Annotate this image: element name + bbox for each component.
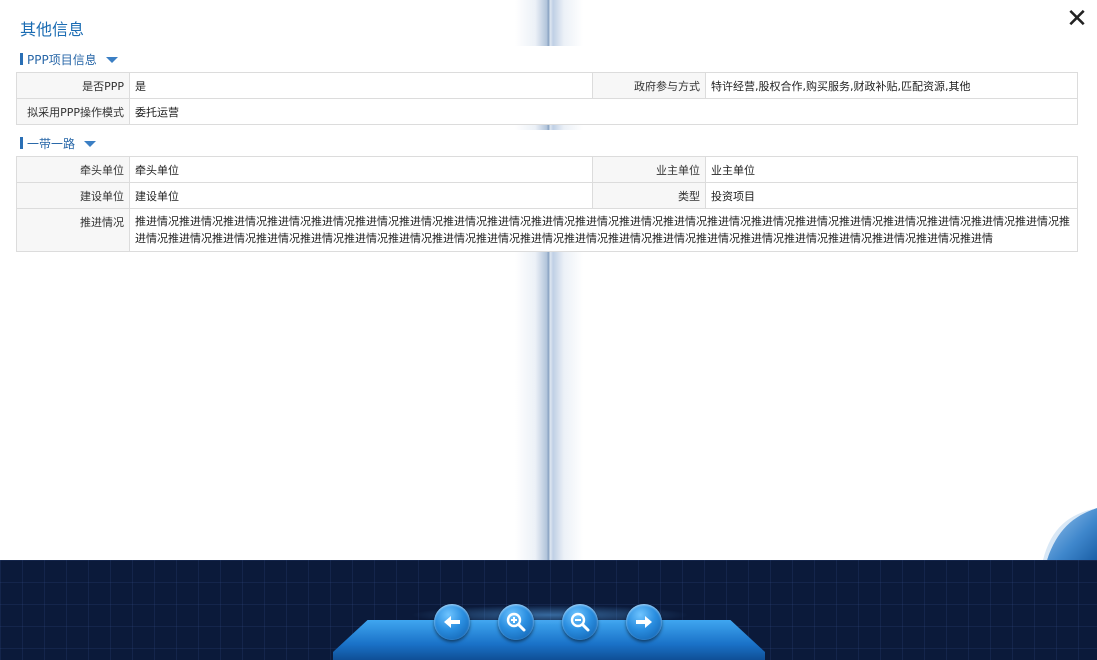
owner-unit-value: 业主单位 xyxy=(705,156,1078,183)
section-marker xyxy=(20,53,23,65)
arrow-left-icon xyxy=(444,616,460,628)
bottom-toolbar xyxy=(0,560,1097,660)
lead-unit-value: 牵头单位 xyxy=(129,156,593,183)
section-title: 一带一路 xyxy=(27,136,76,151)
section-marker xyxy=(20,137,23,149)
progress-label: 推进情况 xyxy=(16,208,130,252)
page-title: 其他信息 xyxy=(20,20,85,39)
is-ppp-value: 是 xyxy=(129,72,593,99)
caret-down-icon[interactable] xyxy=(84,141,97,147)
op-mode-value: 委托运营 xyxy=(129,98,1078,125)
progress-value: 推进情况推进情况推进情况推进情况推进情况推进情况推进情况推进情况推进情况推进情况… xyxy=(129,208,1078,252)
build-unit-label: 建设单位 xyxy=(16,182,130,209)
book-viewer: 其他信息 ✕ PPP项目信息 是否PPP 是 政府参与方式 特许经营,股权合作,… xyxy=(0,0,1097,660)
table-row: 建设单位 建设单位 类型 投资项目 xyxy=(16,182,1078,209)
table-row: 牵头单位 牵头单位 业主单位 业主单位 xyxy=(16,156,1078,183)
info-content: PPP项目信息 是否PPP 是 政府参与方式 特许经营,股权合作,购买服务,财政… xyxy=(16,46,1078,252)
table-row: 是否PPP 是 政府参与方式 特许经营,股权合作,购买服务,财政补贴,匹配资源,… xyxy=(16,72,1078,99)
gov-participation-value: 特许经营,股权合作,购买服务,财政补贴,匹配资源,其他 xyxy=(705,72,1078,99)
zoom-out-button[interactable] xyxy=(562,604,598,640)
toolbar-platform xyxy=(333,620,765,660)
type-value: 投资项目 xyxy=(705,182,1078,209)
caret-down-icon[interactable] xyxy=(105,57,118,63)
zoom-in-icon xyxy=(506,612,526,632)
owner-unit-label: 业主单位 xyxy=(592,156,706,183)
gov-participation-label: 政府参与方式 xyxy=(592,72,706,99)
table-row: 拟采用PPP操作模式 委托运营 xyxy=(16,98,1078,125)
arrow-right-icon xyxy=(636,616,652,628)
close-button[interactable]: ✕ xyxy=(1065,6,1089,32)
type-label: 类型 xyxy=(592,182,706,209)
section-title: PPP项目信息 xyxy=(27,52,97,67)
lead-unit-label: 牵头单位 xyxy=(16,156,130,183)
op-mode-label: 拟采用PPP操作模式 xyxy=(16,98,130,125)
previous-page-button[interactable] xyxy=(434,604,470,640)
page-curl-corner[interactable] xyxy=(1043,508,1097,560)
build-unit-value: 建设单位 xyxy=(129,182,593,209)
section-header-belt-road[interactable]: 一带一路 xyxy=(16,130,1077,156)
table-row: 推进情况 推进情况推进情况推进情况推进情况推进情况推进情况推进情况推进情况推进情… xyxy=(16,208,1078,252)
next-page-button[interactable] xyxy=(626,604,662,640)
ppp-info-table: 是否PPP 是 政府参与方式 特许经营,股权合作,购买服务,财政补贴,匹配资源,… xyxy=(16,72,1078,125)
is-ppp-label: 是否PPP xyxy=(16,72,130,99)
belt-road-info-table: 牵头单位 牵头单位 业主单位 业主单位 建设单位 建设单位 类型 投资项目 推进… xyxy=(16,156,1078,252)
zoom-in-button[interactable] xyxy=(498,604,534,640)
zoom-out-icon xyxy=(570,612,590,632)
section-header-ppp[interactable]: PPP项目信息 xyxy=(16,46,1077,72)
